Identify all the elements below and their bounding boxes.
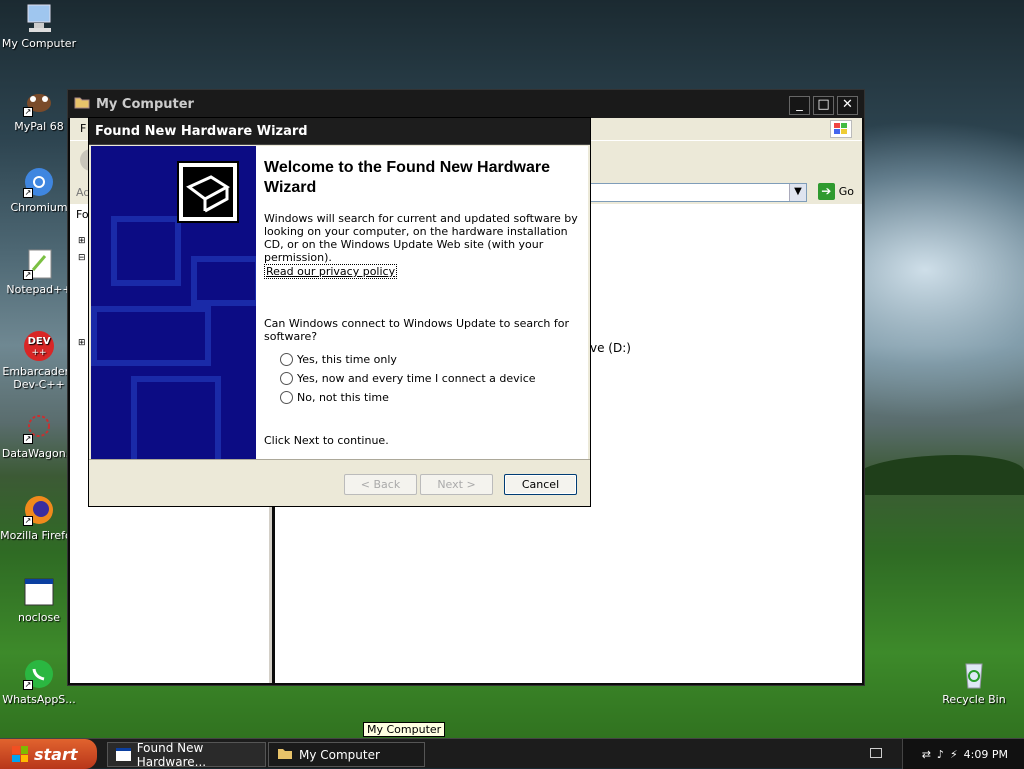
desktop-icon-my-computer[interactable]: My Computer — [0, 2, 78, 50]
radio-yes-every-time[interactable]: Yes, now and every time I connect a devi… — [280, 372, 578, 385]
wizard-intro: Windows will search for current and upda… — [264, 212, 578, 264]
folder-icon — [74, 95, 90, 113]
radio-circle[interactable] — [280, 372, 293, 385]
icon-label: MyPal 68 — [14, 120, 64, 133]
collapse-icon[interactable]: ⊟ — [78, 253, 86, 263]
go-label: Go — [838, 185, 854, 198]
wizard-titlebar[interactable]: Found New Hardware Wizard — [89, 118, 590, 145]
privacy-policy-link[interactable]: Read our privacy policy — [264, 264, 398, 279]
radio-circle[interactable] — [280, 391, 293, 404]
icon-label: My Computer — [1, 37, 77, 50]
wizard-side-banner — [91, 146, 256, 459]
desktop-icon-recycle-bin[interactable]: Recycle Bin — [935, 658, 1013, 706]
radio-yes-this-time[interactable]: Yes, this time only — [280, 353, 578, 366]
folders-label: Fo — [76, 208, 89, 221]
close-button[interactable]: ✕ — [837, 96, 858, 115]
start-button[interactable]: start — [0, 739, 97, 769]
taskbar: start Found New Hardware... My Computer … — [0, 738, 1024, 769]
tooltip: My Computer — [363, 722, 446, 737]
whatsapp-icon: ↗ — [23, 658, 55, 690]
radio-label: No, not this time — [297, 391, 389, 404]
folder-icon — [277, 746, 293, 763]
menu-file[interactable]: F — [80, 122, 86, 135]
system-tray: ⇄ ♪ ⚡ 4:09 PM — [902, 739, 1024, 769]
minimize-button[interactable]: _ — [789, 96, 810, 115]
maximize-button[interactable]: □ — [813, 96, 834, 115]
wizard-heading: Welcome to the Found New Hardware Wizard — [264, 159, 550, 196]
go-button[interactable]: ➔ Go — [817, 183, 854, 200]
icon-label: DataWagon... — [1, 447, 77, 460]
datawagon-icon: ↗ — [23, 412, 55, 444]
clock[interactable]: 4:09 PM — [964, 748, 1008, 761]
svg-text:DEV: DEV — [28, 336, 51, 347]
continue-text: Click Next to continue. — [264, 434, 389, 447]
window-icon — [116, 748, 131, 761]
devcpp-icon: DEV ++ — [23, 330, 55, 362]
notepadpp-icon: ↗ — [23, 248, 55, 280]
wizard-question: Can Windows connect to Windows Update to… — [264, 317, 570, 343]
mypal-icon: ↗ — [23, 85, 55, 117]
go-arrow-icon: ➔ — [817, 183, 835, 200]
radio-circle[interactable] — [280, 353, 293, 366]
hardware-wizard-dialog[interactable]: Found New Hardware Wizard Welcome to the… — [88, 117, 591, 507]
icon-label: Chromium — [10, 201, 68, 214]
volume-icon[interactable]: ♪ — [937, 748, 944, 761]
radio-label: Yes, this time only — [297, 353, 397, 366]
taskbar-item-my-computer[interactable]: My Computer — [268, 742, 425, 767]
icon-label: Recycle Bin — [942, 693, 1006, 706]
expand-icon[interactable]: ⊞ — [78, 236, 86, 246]
hardware-icon — [177, 161, 239, 223]
chevron-down-icon[interactable]: ▼ — [789, 184, 806, 201]
network-icon[interactable]: ⇄ — [922, 748, 931, 761]
window-icon — [23, 576, 55, 608]
explorer-title: My Computer — [96, 96, 194, 112]
keyboard-icon[interactable] — [870, 748, 882, 758]
start-label: start — [34, 744, 78, 764]
radio-no[interactable]: No, not this time — [280, 391, 578, 404]
windows-flag-icon — [12, 746, 28, 762]
next-button[interactable]: Next > — [420, 474, 493, 495]
cancel-button[interactable]: Cancel — [504, 474, 577, 495]
wizard-button-bar: < Back Next > Cancel — [89, 459, 590, 506]
back-button[interactable]: < Back — [344, 474, 417, 495]
chromium-icon: ↗ — [23, 166, 55, 198]
task-label: Found New Hardware... — [136, 740, 207, 769]
icon-label: Embarcadero — [2, 365, 76, 378]
wizard-content: Welcome to the Found New Hardware Wizard… — [256, 146, 588, 459]
firefox-icon: ↗ — [23, 494, 55, 526]
power-icon[interactable]: ⚡ — [950, 748, 958, 761]
icon-label: WhatsAppS... — [2, 693, 76, 706]
recycle-bin-icon — [958, 658, 990, 690]
expand-icon[interactable]: ⊞ — [78, 338, 86, 348]
icon-label: noclose — [17, 611, 61, 624]
drive-item[interactable]: ve (D:) — [590, 341, 631, 355]
svg-text:++: ++ — [31, 348, 46, 358]
radio-label: Yes, now and every time I connect a devi… — [297, 372, 536, 385]
taskbar-item-wizard[interactable]: Found New Hardware... — [107, 740, 266, 769]
wallpaper-hills — [854, 455, 1024, 495]
explorer-titlebar[interactable]: My Computer — [68, 90, 864, 118]
windows-logo-icon — [830, 120, 852, 138]
icon-label: Dev-C++ — [13, 378, 65, 391]
icon-label: Notepad++ — [6, 283, 72, 296]
task-label: My Computer — [299, 747, 380, 762]
my-computer-icon — [23, 2, 55, 34]
address-input[interactable]: ▼ — [590, 183, 807, 202]
